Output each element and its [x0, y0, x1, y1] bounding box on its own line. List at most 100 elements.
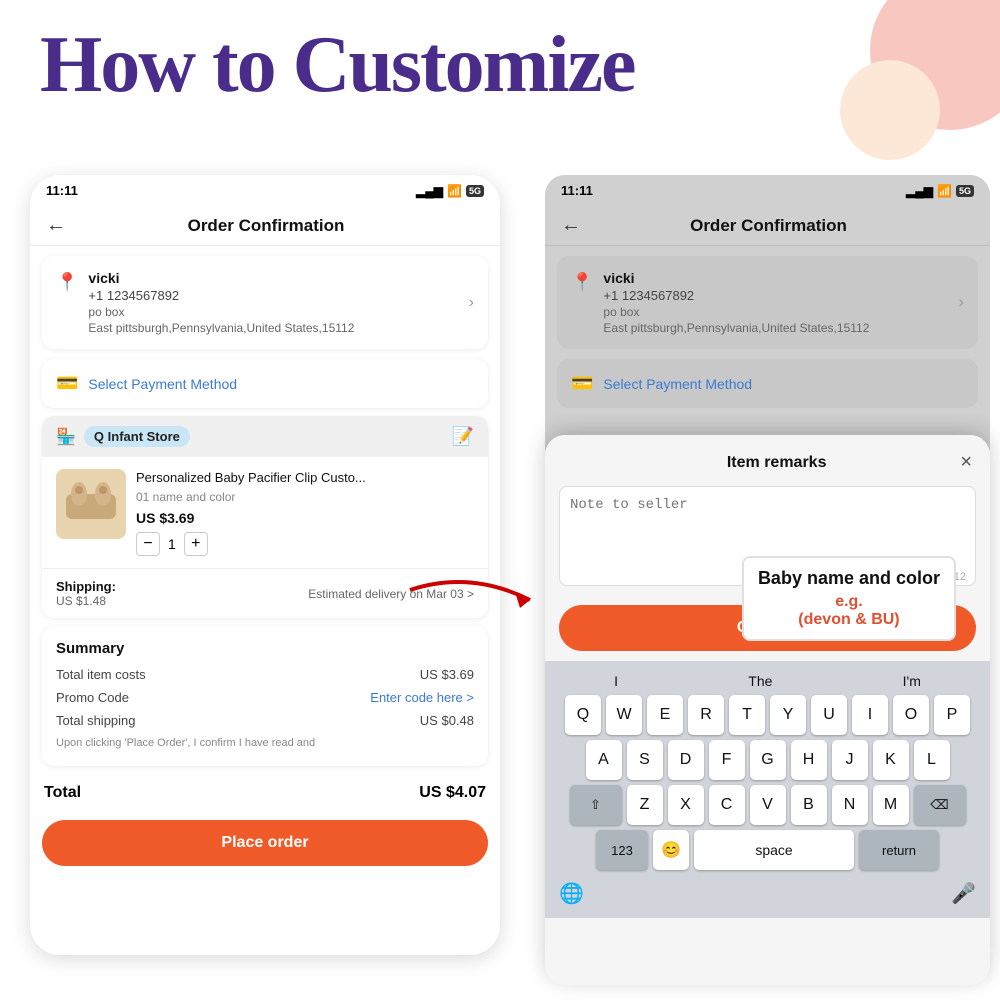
- left-back-button[interactable]: ←: [46, 214, 66, 237]
- store-left: 🏪 Q Infant Store: [56, 426, 190, 447]
- key-return[interactable]: return: [859, 830, 939, 870]
- summary-item-cost: Total item costs US $3.69: [56, 667, 474, 682]
- shipping-label: Shipping:: [56, 579, 116, 594]
- annotation-box: Baby name and color e.g. (devon & BU): [742, 556, 956, 641]
- key-n[interactable]: N: [832, 785, 868, 825]
- qty-increase[interactable]: +: [184, 532, 208, 556]
- right-address-name: vicki: [603, 270, 948, 286]
- key-g[interactable]: G: [750, 740, 786, 780]
- mic-icon[interactable]: 🎤: [951, 881, 976, 906]
- keyboard-row-1: Q W E R T Y U I O P: [549, 695, 986, 735]
- suggestion-2[interactable]: The: [748, 673, 772, 689]
- product-name: Personalized Baby Pacifier Clip Custo...: [136, 469, 474, 487]
- address-info: vicki +1 1234567892 po box East pittsbur…: [88, 270, 458, 335]
- right-time: 11:11: [561, 183, 593, 198]
- product-details: Personalized Baby Pacifier Clip Custo...…: [136, 469, 474, 556]
- keyboard-row-4: 123 😊 space return: [549, 830, 986, 870]
- promo-value[interactable]: Enter code here >: [370, 690, 474, 705]
- key-123[interactable]: 123: [596, 830, 648, 870]
- key-c[interactable]: C: [709, 785, 745, 825]
- key-f[interactable]: F: [709, 740, 745, 780]
- key-i[interactable]: I: [852, 695, 888, 735]
- key-r[interactable]: R: [688, 695, 724, 735]
- right-payment-row[interactable]: 💳 Select Payment Method: [557, 359, 978, 408]
- key-u[interactable]: U: [811, 695, 847, 735]
- globe-icon[interactable]: 🌐: [559, 881, 584, 906]
- key-delete[interactable]: ⌫: [914, 785, 966, 825]
- right-5g-badge: 5G: [956, 185, 974, 197]
- 5g-badge: 5G: [466, 185, 484, 197]
- key-p[interactable]: P: [934, 695, 970, 735]
- note-icon[interactable]: 📝: [452, 426, 474, 447]
- left-payment-row[interactable]: 💳 Select Payment Method: [42, 359, 488, 408]
- wifi-icon: 📶: [447, 184, 462, 198]
- right-back-button[interactable]: ←: [561, 214, 581, 237]
- left-status-icons: ▂▄▆ 📶 5G: [416, 184, 484, 198]
- suggestion-1[interactable]: I: [614, 673, 618, 689]
- key-shift[interactable]: ⇧: [570, 785, 622, 825]
- key-v[interactable]: V: [750, 785, 786, 825]
- bg-circle-peach: [840, 60, 940, 160]
- address-line2: East pittsburgh,Pennsylvania,United Stat…: [88, 321, 458, 335]
- right-address-chevron: ›: [959, 294, 964, 312]
- key-h[interactable]: H: [791, 740, 827, 780]
- popup-close-button[interactable]: ×: [960, 451, 972, 474]
- product-image: [56, 469, 126, 539]
- right-nav-bar: ← Order Confirmation: [545, 206, 990, 246]
- key-e[interactable]: E: [647, 695, 683, 735]
- key-emoji[interactable]: 😊: [653, 830, 689, 870]
- key-x[interactable]: X: [668, 785, 704, 825]
- key-z[interactable]: Z: [627, 785, 663, 825]
- total-row: Total US $4.07: [30, 774, 500, 812]
- summary-shipping: Total shipping US $0.48: [56, 713, 474, 728]
- key-o[interactable]: O: [893, 695, 929, 735]
- right-status-icons: ▂▄▆ 📶 5G: [906, 184, 974, 198]
- key-d[interactable]: D: [668, 740, 704, 780]
- right-address-line2: East pittsburgh,Pennsylvania,United Stat…: [603, 321, 948, 335]
- total-label: Total: [44, 784, 81, 802]
- key-t[interactable]: T: [729, 695, 765, 735]
- address-line1: po box: [88, 305, 458, 319]
- key-a[interactable]: A: [586, 740, 622, 780]
- key-w[interactable]: W: [606, 695, 642, 735]
- right-wifi-icon: 📶: [937, 184, 952, 198]
- key-b[interactable]: B: [791, 785, 827, 825]
- right-address-line1: po box: [603, 305, 948, 319]
- store-icon: 🏪: [56, 427, 76, 447]
- keyboard-suggestions: I The I'm: [549, 667, 986, 695]
- promo-label: Promo Code: [56, 690, 129, 705]
- annotation-eg: e.g. (devon & BU): [758, 593, 940, 629]
- key-space[interactable]: space: [694, 830, 854, 870]
- shipping-cost: US $1.48: [56, 594, 116, 608]
- item-cost-label: Total item costs: [56, 667, 146, 682]
- key-j[interactable]: J: [832, 740, 868, 780]
- keyboard-bottom: 🌐 🎤: [549, 875, 986, 912]
- qty-value: 1: [168, 536, 176, 552]
- place-order-button[interactable]: Place order: [42, 820, 488, 866]
- signal-icon: ▂▄▆: [416, 184, 443, 198]
- left-address-card[interactable]: 📍 vicki +1 1234567892 po box East pittsb…: [42, 256, 488, 349]
- right-address-phone: +1 1234567892: [603, 288, 948, 303]
- right-address-card[interactable]: 📍 vicki +1 1234567892 po box East pittsb…: [557, 256, 978, 349]
- key-q[interactable]: Q: [565, 695, 601, 735]
- store-header: 🏪 Q Infant Store 📝: [42, 416, 488, 457]
- keyboard: I The I'm Q W E R T Y U I O P A S D F G …: [545, 661, 990, 918]
- annotation-main: Baby name and color: [758, 568, 940, 589]
- right-payment-icon: 💳: [571, 373, 593, 394]
- key-s[interactable]: S: [627, 740, 663, 780]
- address-name: vicki: [88, 270, 458, 286]
- key-k[interactable]: K: [873, 740, 909, 780]
- right-nav-title: Order Confirmation: [593, 216, 944, 236]
- key-l[interactable]: L: [914, 740, 950, 780]
- right-status-bar: 11:11 ▂▄▆ 📶 5G: [545, 175, 990, 206]
- payment-icon: 💳: [56, 373, 78, 394]
- suggestion-3[interactable]: I'm: [903, 673, 921, 689]
- qty-decrease[interactable]: −: [136, 532, 160, 556]
- total-value: US $4.07: [419, 784, 486, 802]
- left-nav-title: Order Confirmation: [78, 216, 454, 236]
- key-m[interactable]: M: [873, 785, 909, 825]
- summary-promo[interactable]: Promo Code Enter code here >: [56, 690, 474, 705]
- right-payment-label: Select Payment Method: [603, 376, 752, 392]
- key-y[interactable]: Y: [770, 695, 806, 735]
- left-status-bar: 11:11 ▂▄▆ 📶 5G: [30, 175, 500, 206]
